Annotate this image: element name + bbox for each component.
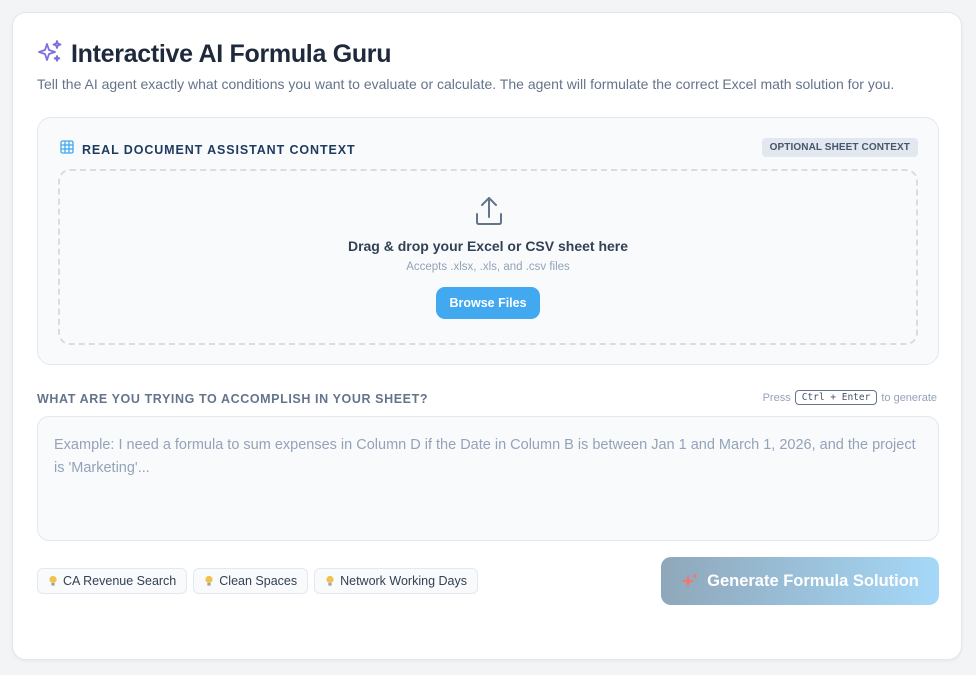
shortcut-suffix: to generate — [881, 391, 937, 404]
dropzone-title: Drag & drop your Excel or CSV sheet here — [347, 238, 629, 254]
generate-formula-button[interactable]: Generate Formula Solution — [661, 557, 939, 605]
browse-files-button[interactable]: Browse Files — [436, 287, 540, 319]
lightbulb-icon — [49, 575, 57, 586]
page-title: Interactive AI Formula Guru — [71, 40, 392, 68]
sparkle-icon — [681, 572, 699, 588]
shortcut-prefix: Press — [762, 391, 791, 404]
shortcut-key: Ctrl + Enter — [794, 390, 878, 405]
lightbulb-icon — [326, 575, 334, 586]
title-row: Interactive AI Formula Guru — [37, 39, 392, 70]
prompt-label: WHAT ARE YOU TRYING TO ACCOMPLISH IN YOU… — [37, 392, 429, 406]
suggestion-chips: CA Revenue Search Clean Spaces Network W… — [37, 568, 478, 594]
chip-label: Clean Spaces — [219, 574, 298, 588]
suggestion-chip-network-working-days[interactable]: Network Working Days — [314, 568, 478, 594]
lightbulb-icon — [205, 575, 213, 586]
page-subtitle: Tell the AI agent exactly what condition… — [37, 76, 895, 92]
dropzone-hint: Accepts .xlsx, .xls, and .csv files — [406, 261, 570, 273]
context-header: REAL DOCUMENT ASSISTANT CONTEXT — [60, 140, 356, 159]
prompt-placeholder: Example: I need a formula to sum expense… — [54, 437, 916, 476]
chip-label: Network Working Days — [340, 574, 467, 588]
generate-button-label: Generate Formula Solution — [707, 571, 919, 590]
keyboard-shortcut-hint: Press Ctrl + Enter to generate — [763, 390, 937, 405]
suggestion-chip-clean-spaces[interactable]: Clean Spaces — [193, 568, 309, 594]
optional-context-badge: OPTIONAL SHEET CONTEXT — [761, 138, 918, 157]
context-title: REAL DOCUMENT ASSISTANT CONTEXT — [82, 142, 356, 157]
prompt-textarea[interactable]: Example: I need a formula to sum expense… — [37, 416, 939, 541]
file-dropzone[interactable]: Drag & drop your Excel or CSV sheet here… — [58, 169, 918, 345]
document-context-panel: REAL DOCUMENT ASSISTANT CONTEXT OPTIONAL… — [37, 117, 939, 365]
suggestion-chip-ca-revenue-search[interactable]: CA Revenue Search — [37, 568, 188, 594]
chip-label: CA Revenue Search — [63, 574, 177, 588]
formula-guru-card: Interactive AI Formula Guru Tell the AI … — [12, 12, 962, 660]
grid-icon — [60, 140, 74, 159]
sparkles-icon — [37, 39, 63, 70]
upload-icon — [474, 195, 504, 227]
